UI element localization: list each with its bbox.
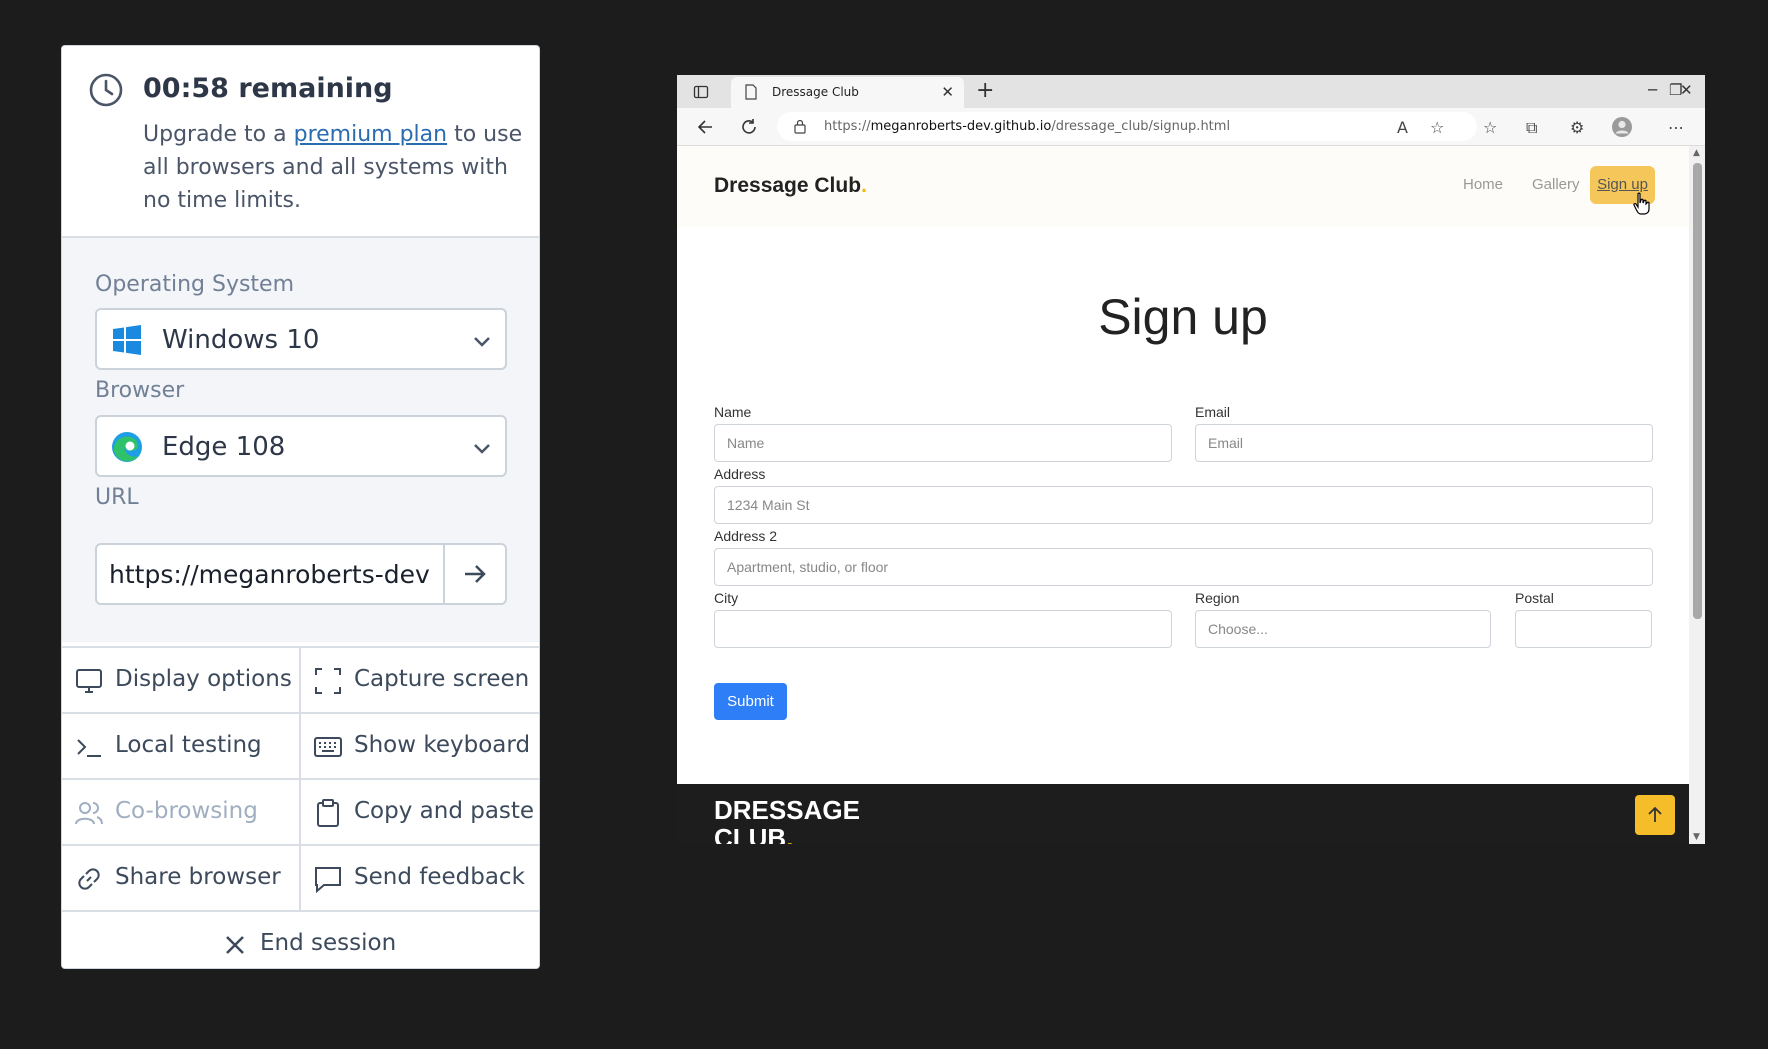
send-feedback-button[interactable]: Send feedback: [301, 844, 539, 910]
close-tab-icon[interactable]: ✕: [941, 83, 954, 101]
page-icon: [745, 84, 757, 100]
address-label: Address: [714, 466, 766, 482]
postal-input[interactable]: [1515, 610, 1652, 648]
nav-home[interactable]: Home: [1463, 176, 1503, 193]
address-field[interactable]: https://meganroberts-dev.github.io/dress…: [777, 112, 1477, 141]
browser-label: Browser: [95, 378, 185, 403]
copy-paste-button[interactable]: Copy and paste: [301, 778, 539, 844]
web-page: Dressage Club. Home Gallery Sign up Sign…: [677, 146, 1689, 844]
lock-icon: [794, 119, 806, 134]
collections-icon[interactable]: ⧉: [1526, 118, 1537, 138]
address-text: https://meganroberts-dev.github.io/dress…: [824, 119, 1231, 134]
footer-brand: DRESSAGE CLUB.: [714, 795, 860, 844]
capture-icon: [315, 668, 341, 694]
site-footer: DRESSAGE CLUB.: [677, 784, 1689, 844]
city-label: City: [714, 590, 739, 606]
new-tab-icon[interactable]: +: [976, 78, 994, 103]
city-input[interactable]: [714, 610, 1172, 648]
os-value: Windows 10: [162, 325, 320, 355]
name-input[interactable]: Name: [714, 424, 1172, 462]
upgrade-message: Upgrade to a premium plan to use all bro…: [143, 122, 523, 213]
arrow-right-icon: [465, 565, 486, 583]
scroll-thumb[interactable]: [1693, 163, 1702, 619]
tab-dressage-club[interactable]: Dressage Club ✕: [731, 77, 964, 108]
monitor-icon: [76, 669, 102, 693]
end-session-button[interactable]: End session: [62, 910, 539, 968]
address-input[interactable]: 1234 Main St: [714, 486, 1653, 524]
settings-section: Operating System Windows 10 Browser Edge…: [62, 238, 539, 642]
time-remaining: 00:58 remaining: [143, 73, 393, 104]
go-button[interactable]: [443, 545, 505, 603]
arrow-up-icon: [1648, 806, 1662, 822]
local-testing-button[interactable]: Local testing: [62, 712, 301, 778]
browser-window: Dressage Club ✕ + ─ ❐ ✕ https://meganrob…: [677, 75, 1705, 844]
read-aloud-icon[interactable]: A: [1397, 118, 1408, 137]
profile-icon[interactable]: [1611, 116, 1633, 138]
scroll-down-icon[interactable]: ▼: [1693, 832, 1700, 842]
terminal-icon: [77, 739, 101, 757]
region-select[interactable]: Choose...: [1195, 610, 1491, 648]
session-panel: 00:58 remaining Upgrade to a premium pla…: [61, 45, 540, 969]
back-to-top-button[interactable]: [1635, 795, 1675, 835]
address2-label: Address 2: [714, 528, 778, 544]
hand-cursor-icon: [1633, 192, 1650, 215]
link-icon: [78, 868, 100, 890]
address2-input[interactable]: Apartment, studio, or floor: [714, 548, 1653, 586]
share-browser-button[interactable]: Share browser: [62, 844, 301, 910]
tab-actions-icon[interactable]: [693, 84, 709, 100]
more-icon[interactable]: ⋯: [1668, 118, 1684, 137]
minimize-icon[interactable]: ─: [1648, 81, 1657, 99]
display-options-button[interactable]: Display options: [62, 646, 301, 712]
os-label: Operating System: [95, 272, 295, 297]
favorites-icon[interactable]: ☆: [1483, 118, 1497, 137]
tab-bar: Dressage Club ✕ + ─ ❐ ✕: [677, 75, 1705, 108]
add-favorite-icon[interactable]: ☆: [1430, 118, 1444, 137]
submit-button[interactable]: Submit: [714, 683, 787, 720]
close-window-icon[interactable]: ✕: [1680, 81, 1693, 99]
postal-label: Postal: [1515, 590, 1554, 606]
tab-title: Dressage Club: [772, 85, 859, 99]
page-scrollbar[interactable]: ▲ ▼: [1689, 146, 1705, 844]
email-label: Email: [1195, 404, 1231, 420]
capture-screen-button[interactable]: Capture screen: [301, 646, 539, 712]
site-brand[interactable]: Dressage Club.: [714, 174, 867, 198]
page-title: Sign up: [1098, 289, 1268, 345]
edge-icon: [112, 432, 142, 462]
nav-gallery[interactable]: Gallery: [1532, 176, 1580, 193]
browser-value: Edge 108: [162, 432, 286, 462]
region-label: Region: [1195, 590, 1240, 606]
email-input[interactable]: Email: [1195, 424, 1653, 462]
scroll-up-icon[interactable]: ▲: [1693, 148, 1700, 158]
clock-icon: [89, 73, 123, 107]
url-field[interactable]: https://meganroberts-dev.github.io/dress…: [95, 543, 507, 605]
back-icon[interactable]: [695, 117, 715, 137]
address-bar-row: https://meganroberts-dev.github.io/dress…: [677, 108, 1705, 146]
timer-section: 00:58 remaining Upgrade to a premium pla…: [62, 46, 539, 238]
site-navbar: Dressage Club. Home Gallery Sign up: [677, 146, 1689, 227]
windows-icon: [113, 325, 141, 355]
users-icon: [75, 802, 103, 825]
url-label: URL: [95, 485, 139, 510]
chevron-down-icon: [474, 444, 490, 454]
keyboard-icon: [314, 737, 342, 757]
close-icon: [226, 936, 244, 954]
co-browsing-button[interactable]: Co-browsing: [62, 778, 301, 844]
os-select[interactable]: Windows 10: [95, 308, 507, 370]
message-icon: [315, 867, 341, 894]
show-keyboard-button[interactable]: Show keyboard: [301, 712, 539, 778]
browser-select[interactable]: Edge 108: [95, 415, 507, 477]
clipboard-icon: [317, 799, 339, 827]
name-label: Name: [714, 404, 752, 420]
extensions-icon[interactable]: ⚙: [1570, 118, 1584, 137]
chevron-down-icon: [474, 337, 490, 347]
refresh-icon[interactable]: [739, 117, 759, 137]
premium-plan-link[interactable]: premium plan: [294, 122, 447, 147]
url-input[interactable]: https://meganroberts-dev.github.io/dress…: [109, 560, 429, 589]
